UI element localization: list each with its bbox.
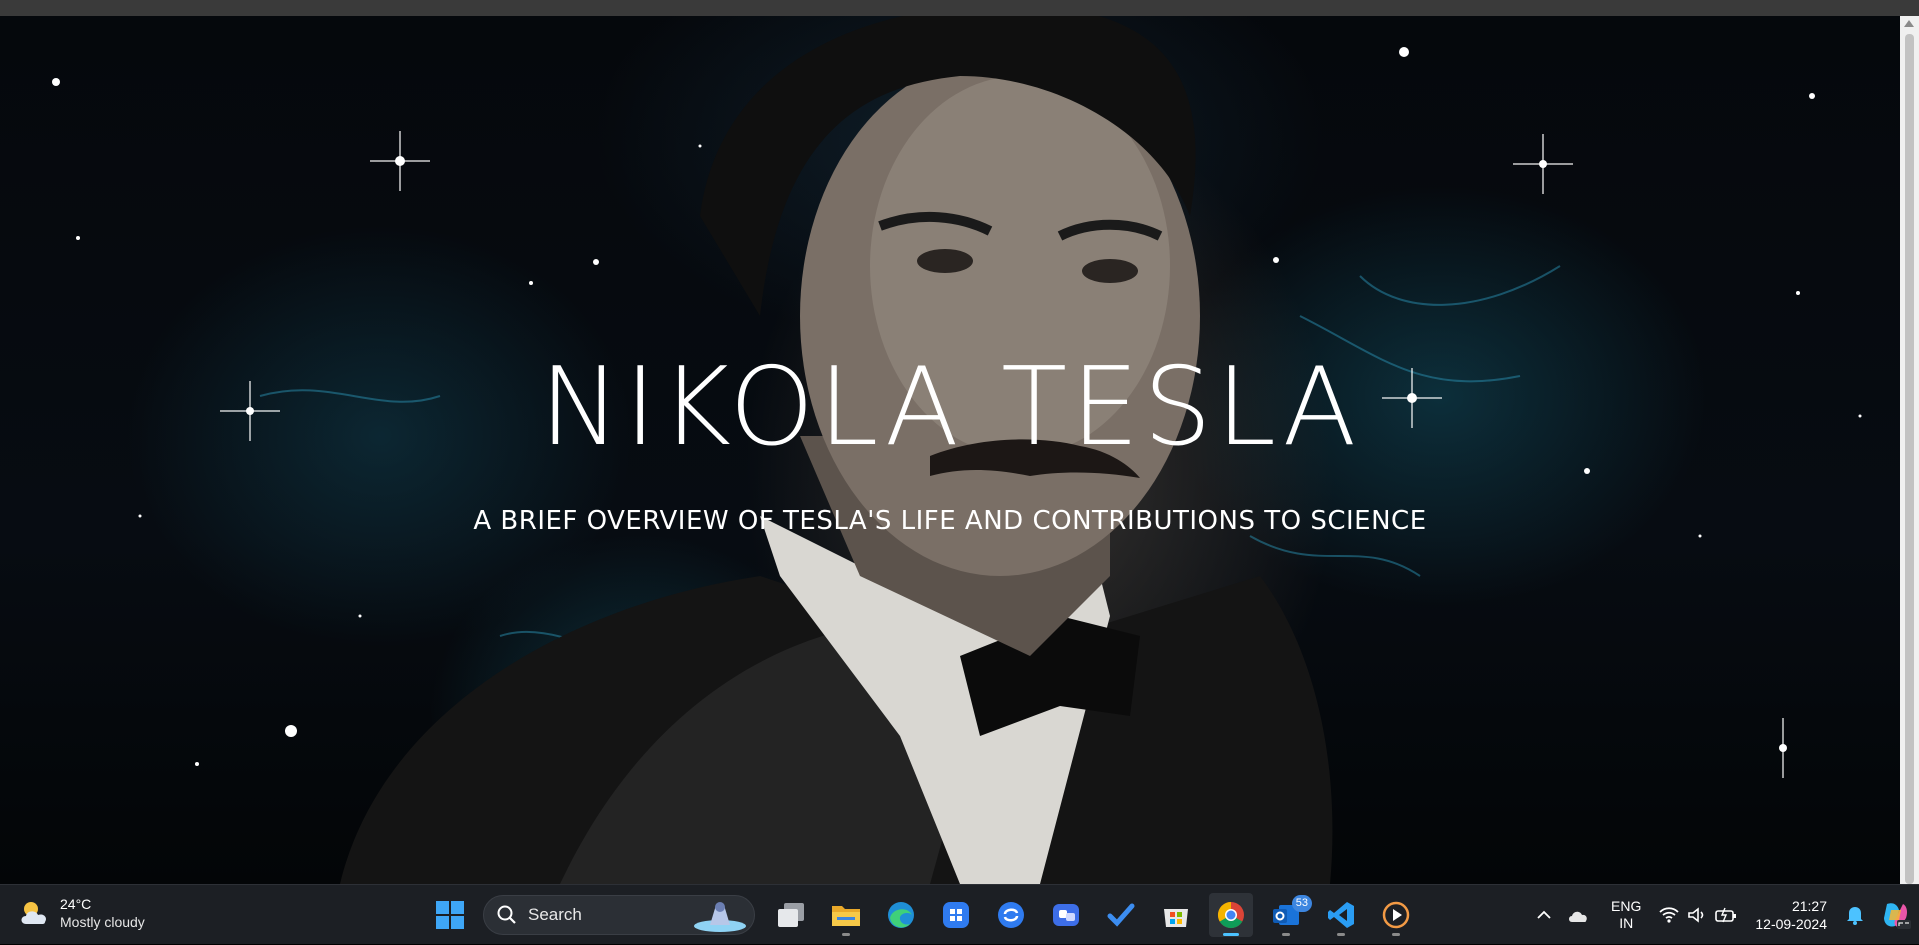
taskbar-app-media-player[interactable] — [1374, 893, 1418, 937]
app-grid-icon — [943, 902, 969, 928]
cloud-icon — [1569, 911, 1587, 922]
search-label: Search — [528, 905, 582, 924]
running-indicator — [1337, 933, 1345, 936]
taskbar-app-store[interactable] — [1154, 893, 1198, 937]
vertical-scrollbar[interactable] — [1900, 16, 1919, 884]
store-icon — [1164, 909, 1188, 927]
running-indicator — [1392, 933, 1400, 936]
taskbar-app-outlook[interactable]: 53 — [1264, 893, 1312, 937]
language-indicator[interactable]: ENG IN — [1611, 898, 1641, 932]
checkmark-icon — [1107, 903, 1135, 927]
notifications-button[interactable] — [1845, 904, 1865, 926]
weather-widget[interactable]: 24°C Mostly cloudy — [18, 895, 145, 931]
show-hidden-icons-button[interactable] — [1535, 906, 1553, 924]
taskbar-app-launcher[interactable] — [934, 893, 978, 937]
task-view-icon — [778, 903, 804, 927]
partly-cloudy-icon — [21, 902, 47, 924]
volume-icon — [1688, 907, 1704, 923]
hero-section: NIKOLA TESLA A BRIEF OVERVIEW OF TESLA'S… — [0, 16, 1900, 884]
taskbar-app-edge[interactable] — [879, 893, 923, 937]
region-code: IN — [1619, 915, 1634, 931]
battery-icon — [1715, 907, 1737, 923]
running-indicator — [842, 933, 850, 936]
taskbar-app-teams[interactable] — [1044, 893, 1088, 937]
page-subtitle: A BRIEF OVERVIEW OF TESLA'S LIFE AND CON… — [473, 506, 1427, 536]
folder-icon — [832, 906, 860, 926]
clock-date: 12-09-2024 — [1755, 916, 1827, 932]
page-title: NIKOLA TESLA — [539, 345, 1361, 470]
chevron-up-icon — [1537, 910, 1551, 919]
wifi-icon — [1659, 907, 1680, 923]
search-icon — [497, 905, 516, 924]
system-tray: ENG IN 21:27 12-09-2024 — [1535, 885, 1919, 945]
sync-icon — [998, 902, 1024, 928]
weather-temperature: 24°C — [60, 896, 92, 912]
active-indicator — [1223, 933, 1239, 936]
teams-icon — [1053, 904, 1079, 926]
clock-time: 21:27 — [1791, 898, 1827, 914]
onedrive-button[interactable] — [1567, 907, 1589, 923]
copilot-icon — [1884, 903, 1911, 929]
edge-icon — [888, 902, 914, 928]
taskbar-search-box[interactable]: Search — [483, 895, 755, 935]
clock[interactable]: 21:27 12-09-2024 — [1755, 897, 1827, 933]
start-button[interactable] — [428, 893, 472, 937]
running-indicator — [1282, 933, 1290, 936]
taskbar: 24°C Mostly cloudy Search 53 ENG IN 21:2… — [0, 884, 1919, 944]
windows-logo-icon — [436, 901, 464, 929]
language-code: ENG — [1611, 898, 1642, 914]
play-icon — [1382, 901, 1410, 929]
scroll-up-arrow-icon[interactable] — [1904, 20, 1914, 27]
search-highlight-icon — [694, 902, 746, 932]
taskbar-app-file-explorer[interactable] — [824, 893, 868, 937]
browser-top-strip — [0, 0, 1919, 16]
unread-count-badge: 53 — [1291, 895, 1312, 912]
taskbar-app-todo[interactable] — [1099, 893, 1143, 937]
weather-condition: Mostly cloudy — [60, 914, 145, 930]
quick-settings-button[interactable] — [1659, 906, 1737, 924]
vscode-icon — [1328, 902, 1354, 928]
taskbar-app-vscode[interactable] — [1319, 893, 1363, 937]
bell-icon — [1847, 907, 1863, 925]
chrome-icon — [1217, 901, 1244, 929]
taskbar-app-sync[interactable] — [989, 893, 1033, 937]
task-view-button[interactable] — [769, 893, 813, 937]
scrollbar-thumb[interactable] — [1905, 34, 1914, 884]
copilot-button[interactable] — [1879, 900, 1911, 930]
taskbar-app-chrome[interactable] — [1209, 893, 1253, 937]
